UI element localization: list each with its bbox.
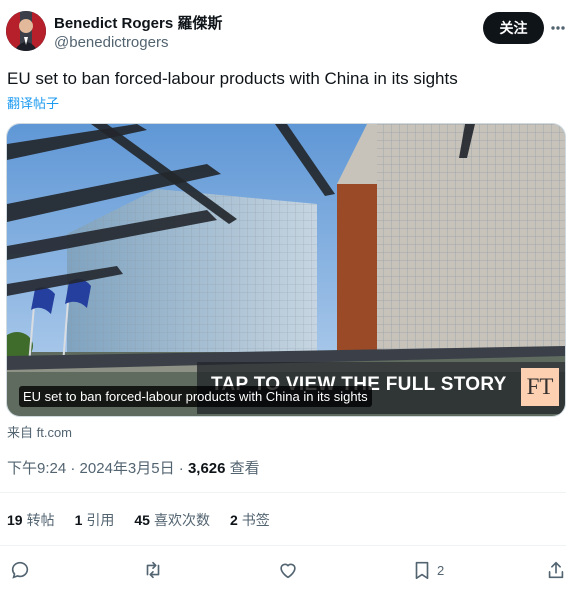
card-source[interactable]: 来自 ft.com (7, 422, 72, 441)
stat-count: 19 (7, 512, 23, 528)
tweet-date[interactable]: 2024年3月5日 (80, 460, 175, 477)
views-count: 3,626 (187, 460, 226, 477)
like-button[interactable] (277, 558, 299, 582)
tweet-stats: 19 转帖 1 引用 45 喜欢次数 2 书签 (7, 510, 290, 530)
ft-logo: FT (521, 368, 559, 406)
stat-likes[interactable]: 45 喜欢次数 (134, 510, 210, 530)
divider (0, 545, 566, 546)
stat-quotes[interactable]: 1 引用 (75, 510, 115, 530)
follow-button[interactable]: 关注 (483, 12, 544, 44)
tweet-time[interactable]: 下午9:24 (7, 460, 66, 477)
stat-count: 1 (74, 512, 83, 528)
bookmark-icon (415, 561, 429, 580)
views-label: 查看 (229, 460, 260, 477)
stat-count: 45 (134, 512, 150, 528)
share-button[interactable] (545, 558, 566, 582)
reply-button[interactable] (9, 558, 31, 582)
stat-reposts[interactable]: 19 转帖 (7, 510, 55, 530)
divider (0, 492, 566, 493)
tweet-text: EU set to ban forced-labour products wit… (7, 69, 458, 88)
author-name[interactable]: Benedict Rogers 羅傑斯 (54, 12, 222, 33)
stat-count: 2 (229, 512, 238, 528)
card-caption: EU set to ban forced-labour products wit… (19, 386, 372, 407)
more-options-icon[interactable] (551, 19, 565, 37)
link-card[interactable]: TAP TO VIEW THE FULL STORY FT EU set to … (6, 123, 566, 417)
translate-post-link[interactable]: 翻译帖子 (7, 93, 59, 112)
stat-label: 书签 (241, 512, 270, 528)
retweet-icon (146, 561, 160, 579)
retweet-button[interactable] (142, 558, 164, 582)
heart-icon (280, 563, 296, 579)
share-icon (548, 561, 564, 579)
stat-label: 引用 (86, 512, 115, 528)
bookmark-count: 2 (437, 562, 445, 578)
tweet-header: Benedict Rogers 羅傑斯 @benedictrogers 关注 (0, 0, 566, 64)
tweet-actions: 2 (0, 558, 566, 584)
author-avatar[interactable] (6, 11, 46, 51)
stat-bookmarks[interactable]: 2 书签 (230, 510, 270, 530)
meta-separator: · (70, 460, 76, 477)
reply-icon (11, 561, 29, 579)
bookmark-button[interactable]: 2 (411, 558, 444, 582)
meta-separator: · (178, 460, 184, 477)
tweet-meta: 下午9:24 · 2024年3月5日 · 3,626 查看 (7, 457, 260, 478)
stat-label: 喜欢次数 (153, 512, 210, 528)
author-handle[interactable]: @benedictrogers (54, 34, 168, 51)
stat-label: 转帖 (26, 512, 55, 528)
